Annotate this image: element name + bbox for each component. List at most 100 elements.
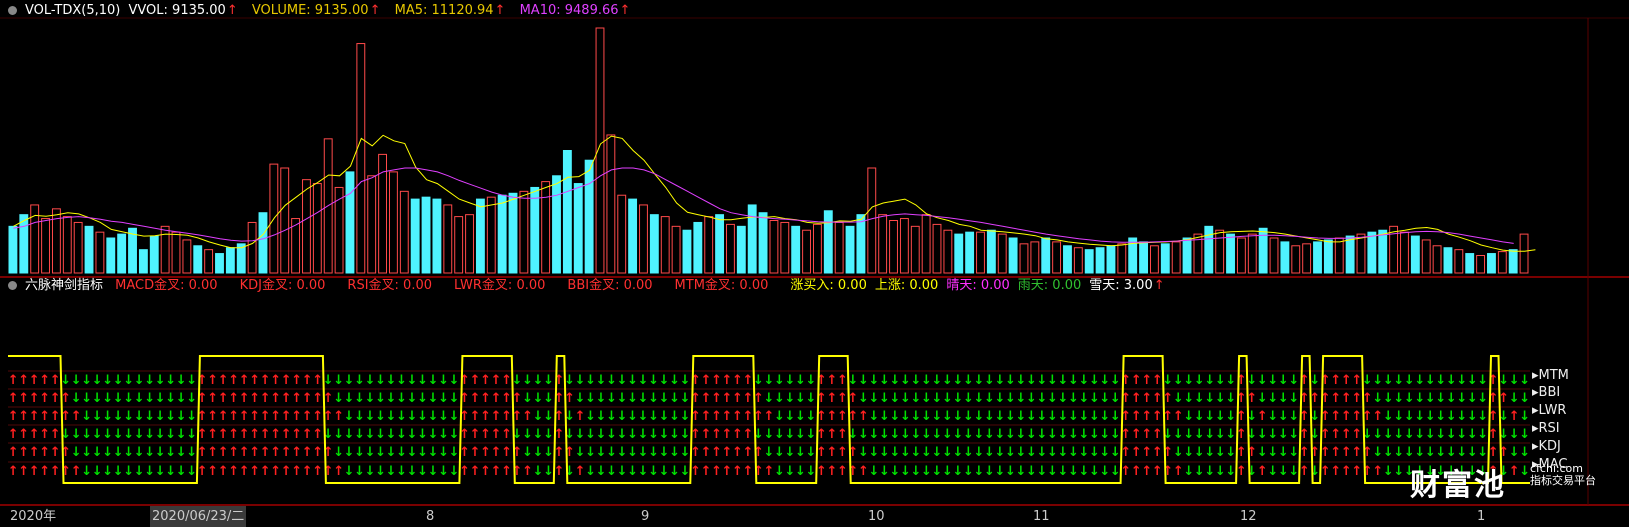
signal-arrow: ↓ — [1204, 373, 1215, 388]
signal-arrow: ↓ — [533, 464, 544, 479]
signal-arrow: ↑ — [1341, 464, 1352, 479]
signal-arrow: ↑ — [732, 409, 743, 424]
signal-arrow: ↑ — [837, 464, 848, 479]
signal-arrow: ↓ — [879, 409, 890, 424]
indicator-toggle-icon[interactable] — [8, 281, 17, 290]
signal-arrow: ↓ — [1110, 464, 1121, 479]
volume-bar — [1073, 247, 1083, 274]
volume-bar — [160, 225, 170, 274]
signal-arrow: ↓ — [438, 373, 449, 388]
signal-arrow: ↓ — [417, 445, 428, 460]
volume-bar — [389, 171, 398, 274]
signal-arrow: ↓ — [1194, 373, 1205, 388]
signal-arrow: ↓ — [785, 391, 796, 406]
signal-arrow: ↑ — [743, 409, 754, 424]
signal-arrow: ↓ — [638, 373, 649, 388]
signal-arrow: ↓ — [113, 464, 124, 479]
signal-indicator-name[interactable]: 六脉神剑指标 — [25, 278, 103, 293]
signal-arrow: ↑ — [281, 445, 292, 460]
signal-arrow: ↓ — [144, 445, 155, 460]
signal-arrow: ↓ — [638, 409, 649, 424]
signal-arrow: ↓ — [1456, 409, 1467, 424]
signal-arrow: ↓ — [900, 373, 911, 388]
volume-bar — [1247, 233, 1257, 274]
signal-arrow: ↓ — [438, 409, 449, 424]
signal-arrow: ↑ — [249, 409, 260, 424]
signal-arrow: ↑ — [753, 464, 764, 479]
signal-arrow: ↓ — [1183, 373, 1194, 388]
signal-arrow: ↓ — [795, 427, 806, 442]
signal-arrow: ↑ — [8, 427, 19, 442]
signal-arrow: ↓ — [354, 373, 365, 388]
volume-bar — [1030, 241, 1040, 274]
signal-arrow: ↓ — [973, 409, 984, 424]
signal-arrow: ↓ — [438, 445, 449, 460]
signal-arrow: ↑ — [291, 445, 302, 460]
signal-arrow: ↑ — [1257, 464, 1268, 479]
signal-arrow: ↑ — [29, 445, 40, 460]
volume-up-arrow: ↑ — [369, 3, 381, 18]
ma10-value: MA10: 9489.66 — [519, 3, 619, 18]
signal-arrow: ↑ — [1141, 464, 1152, 479]
signal-arrow: ↑ — [18, 391, 29, 406]
signal-arrow: ↑ — [197, 464, 208, 479]
signal-arrow: ↓ — [973, 427, 984, 442]
signal-arrow: ↑ — [480, 409, 491, 424]
signal-arrow: ↑ — [1141, 391, 1152, 406]
signal-arrow: ↓ — [1446, 409, 1457, 424]
signal-arrow: ↓ — [1110, 391, 1121, 406]
signal-arrow: ↓ — [407, 427, 418, 442]
signal-arrow: ↑ — [711, 391, 722, 406]
signal-arrow: ↓ — [417, 427, 428, 442]
signal-label-bbi: ▸BBI — [1532, 385, 1561, 400]
signal-arrow: ↑ — [260, 373, 271, 388]
signal-arrow: ↓ — [1225, 373, 1236, 388]
signal-arrow: ↓ — [1446, 427, 1457, 442]
signal-arrow: ↓ — [1519, 373, 1530, 388]
volume-bar — [1215, 229, 1225, 274]
signal-arrow: ↓ — [344, 445, 355, 460]
signal-arrow: ↓ — [910, 391, 921, 406]
signal-arrow: ↓ — [1425, 391, 1436, 406]
signal-arrow: ↑ — [722, 409, 733, 424]
volume-indicator-name[interactable]: VOL-TDX(5,10) — [25, 3, 120, 18]
signal-arrow: ↑ — [302, 445, 313, 460]
signal-arrow: ↑ — [260, 445, 271, 460]
signal-arrow: ↓ — [1288, 373, 1299, 388]
signal-arrow: ↓ — [1047, 373, 1058, 388]
ma5-value: MA5: 11120.94 — [394, 3, 494, 18]
vvol-up-arrow: ↑ — [226, 3, 238, 18]
signal-arrow: ↓ — [1435, 409, 1446, 424]
signal-arrow: ↓ — [1099, 373, 1110, 388]
signal-arrow: ↓ — [102, 409, 113, 424]
signal-arrow: ↓ — [1036, 391, 1047, 406]
signal-arrow: ↓ — [1068, 409, 1079, 424]
signal-header: 六脉神剑指标 MACD金叉: 0.00 KDJ金叉: 0.00 RSI金叉: 0.0… — [8, 277, 1175, 295]
volume-bar — [1182, 237, 1192, 274]
signal-arrow: ↓ — [806, 391, 817, 406]
signal-arrow: ↓ — [1404, 409, 1415, 424]
signal-arrow: ↑ — [470, 373, 481, 388]
signal-arrow: ↓ — [1225, 445, 1236, 460]
signal-arrow: ↑ — [281, 391, 292, 406]
signal-arrow: ↓ — [1005, 427, 1016, 442]
signal-arrow: ↓ — [795, 391, 806, 406]
signal-arrow: ↓ — [123, 409, 134, 424]
signal-arrow: ↓ — [543, 445, 554, 460]
signal-arrow: ↓ — [386, 373, 397, 388]
signal-arrow: ↓ — [1057, 391, 1068, 406]
signal-arrow: ↓ — [71, 427, 82, 442]
signal-arrow: ↓ — [659, 445, 670, 460]
volume-bar — [1095, 247, 1105, 274]
signal-arrow: ↓ — [606, 409, 617, 424]
signal-arrow: ↑ — [711, 464, 722, 479]
signal-arrow: ↓ — [942, 427, 953, 442]
signal-arrow: ↓ — [102, 427, 113, 442]
signal-arrow: ↑ — [491, 464, 502, 479]
signal-arrow: ↓ — [1267, 391, 1278, 406]
signal-arrow: ↓ — [1467, 373, 1478, 388]
signal-label-kdj: ▸KDJ — [1532, 439, 1561, 454]
signal-arrow: ↓ — [1215, 391, 1226, 406]
indicator-toggle-icon[interactable] — [8, 6, 17, 15]
signal-arrow: ↑ — [270, 464, 281, 479]
